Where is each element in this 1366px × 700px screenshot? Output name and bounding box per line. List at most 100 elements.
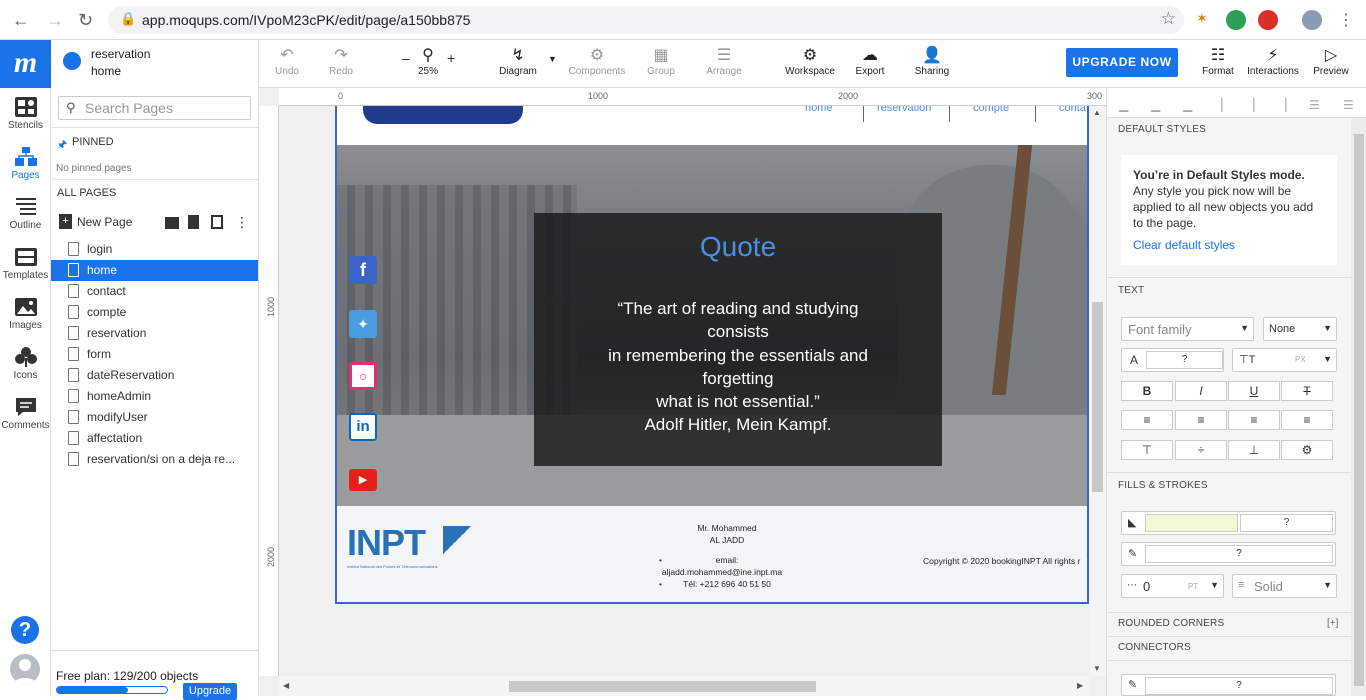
italic-button[interactable]: I: [1175, 381, 1227, 401]
workspace-button[interactable]: ⚙ Workspace: [783, 46, 837, 77]
page-item[interactable]: homeAdmin: [51, 386, 258, 407]
user-avatar[interactable]: [10, 654, 40, 684]
nav-reservation[interactable]: reservation: [877, 106, 931, 114]
align-left-icon[interactable]: ▁: [1119, 98, 1133, 112]
facebook-icon[interactable]: f: [349, 256, 377, 284]
diagram-button[interactable]: ↯ Diagram: [497, 46, 539, 77]
stroke-width-field[interactable]: ⋯ 0 PT ▼: [1121, 574, 1224, 598]
page-mockup[interactable]: by INPT home reservation compte conta Qu…: [335, 106, 1089, 604]
distribute-v-icon[interactable]: ☰: [1343, 98, 1357, 112]
bookmark-star-icon[interactable]: ☆: [1161, 9, 1176, 29]
page-item[interactable]: compte: [51, 302, 258, 323]
adblock-extension-icon[interactable]: [1258, 10, 1278, 30]
align-bottom-icon[interactable]: ▕: [1277, 98, 1291, 112]
zoom-out-button[interactable]: –: [402, 50, 410, 66]
twitter-icon[interactable]: ✦: [349, 310, 377, 338]
stroke-style-select[interactable]: ≡ Solid ▼: [1232, 574, 1337, 598]
text-style-select[interactable]: None ▼: [1263, 317, 1337, 341]
search-pages-input[interactable]: ⚲ Search Pages: [58, 96, 251, 120]
redo-button[interactable]: ↷ Redo: [327, 46, 355, 77]
address-bar[interactable]: 🔒 app.moqups.com/IVpoM23cPK/edit/page/a1…: [108, 6, 1184, 34]
text-justify-icon[interactable]: ≡: [1281, 410, 1333, 430]
rail-templates[interactable]: Templates: [0, 242, 51, 292]
valign-bottom-icon[interactable]: ⊥: [1228, 440, 1280, 460]
page-item[interactable]: reservation/si on a deja re...: [51, 449, 258, 470]
text-settings-gear-icon[interactable]: ⚙: [1281, 440, 1333, 460]
align-right-icon[interactable]: ▁: [1183, 98, 1197, 112]
font-family-select[interactable]: Font family ▼: [1121, 317, 1254, 341]
nav-home[interactable]: home: [805, 106, 833, 114]
page-item[interactable]: dateReservation: [51, 365, 258, 386]
canvas[interactable]: 0 1000 2000 300 1000 2000 by INPT home r…: [259, 88, 1106, 696]
browser-menu-icon[interactable]: ⋮: [1338, 10, 1354, 30]
page-item[interactable]: home: [51, 260, 258, 281]
zoom-in-button[interactable]: +: [447, 50, 455, 66]
strikethrough-button[interactable]: T: [1281, 381, 1333, 401]
preview-button[interactable]: ▷ Preview: [1312, 46, 1350, 77]
rail-icons[interactable]: Icons: [0, 342, 51, 392]
duplicate-icon[interactable]: [211, 215, 223, 229]
horizontal-scrollbar[interactable]: ◀ ▶: [279, 676, 1089, 696]
rail-stencils[interactable]: Stencils: [0, 92, 51, 142]
linkedin-icon[interactable]: in: [349, 413, 377, 441]
stroke-color-field[interactable]: ✎ ?: [1121, 542, 1336, 566]
nav-compte[interactable]: compte: [973, 106, 1009, 114]
page-item[interactable]: form: [51, 344, 258, 365]
group-button[interactable]: ▦ Group: [645, 46, 677, 77]
diagram-dropdown-icon[interactable]: ▼: [548, 54, 557, 64]
moqups-logo[interactable]: m: [0, 40, 51, 88]
new-page-icon[interactable]: +: [59, 214, 72, 229]
back-icon[interactable]: ←: [12, 10, 30, 31]
extension-icon[interactable]: ✶: [1196, 10, 1216, 30]
components-button[interactable]: ⚙ Components: [567, 46, 627, 77]
upgrade-now-button[interactable]: UPGRADE NOW: [1066, 48, 1178, 77]
instagram-icon[interactable]: ○: [349, 362, 377, 390]
connector-color-field[interactable]: ✎ ?: [1121, 674, 1336, 696]
interactions-button[interactable]: ⚡ Interactions: [1246, 46, 1300, 77]
more-icon[interactable]: ⋮: [235, 214, 249, 231]
panel-scroll-thumb[interactable]: [1354, 134, 1364, 686]
underline-button[interactable]: U: [1228, 381, 1280, 401]
format-button[interactable]: ☷ Format: [1198, 46, 1238, 77]
reload-icon[interactable]: ↻: [78, 10, 93, 31]
valign-middle-icon[interactable]: ÷: [1175, 440, 1227, 460]
document-title[interactable]: reservation home: [91, 46, 150, 80]
plan-upgrade-button[interactable]: Upgrade: [183, 683, 237, 700]
panel-scrollbar[interactable]: [1351, 118, 1366, 696]
rail-pages[interactable]: Pages: [0, 142, 51, 192]
new-page-button[interactable]: New Page: [77, 215, 132, 229]
page-item[interactable]: login: [51, 239, 258, 260]
fill-swatch[interactable]: [1145, 514, 1238, 532]
vertical-scroll-thumb[interactable]: [1092, 302, 1103, 492]
page-item[interactable]: contact: [51, 281, 258, 302]
rail-comments[interactable]: Comments: [0, 392, 51, 442]
valign-top-icon[interactable]: ⊤: [1121, 440, 1173, 460]
bold-button[interactable]: B: [1121, 381, 1173, 401]
font-size-field[interactable]: ⊤T PX ▼: [1232, 348, 1337, 372]
rail-images[interactable]: Images: [0, 292, 51, 342]
forward-icon[interactable]: →: [46, 10, 64, 31]
profile-avatar-icon[interactable]: [1302, 10, 1322, 30]
new-folder-icon[interactable]: [165, 217, 179, 229]
align-top-icon[interactable]: ▕: [1213, 98, 1227, 112]
clear-default-styles-link[interactable]: Clear default styles: [1133, 237, 1325, 253]
page-item[interactable]: affectation: [51, 428, 258, 449]
align-center-icon[interactable]: ▁: [1151, 98, 1165, 112]
text-align-center-icon[interactable]: ≡: [1175, 410, 1227, 430]
text-color-field[interactable]: A ?: [1121, 348, 1224, 372]
delete-icon[interactable]: [188, 215, 199, 229]
youtube-icon[interactable]: ▶: [349, 469, 377, 491]
rail-outline[interactable]: Outline: [0, 192, 51, 242]
page-item[interactable]: reservation: [51, 323, 258, 344]
zoom-control[interactable]: ⚲ 25%: [416, 46, 440, 77]
sharing-button[interactable]: 👤 Sharing: [913, 46, 951, 77]
undo-button[interactable]: ↶ Undo: [273, 46, 301, 77]
arrange-button[interactable]: ☰ Arrange: [705, 46, 743, 77]
distribute-h-icon[interactable]: ☰: [1309, 98, 1323, 112]
fill-color-field[interactable]: ◣ ?: [1121, 511, 1336, 535]
help-icon[interactable]: ?: [11, 616, 39, 644]
vertical-scrollbar[interactable]: ▲ ▼: [1089, 106, 1106, 676]
nav-contact[interactable]: conta: [1059, 106, 1086, 114]
globe-extension-icon[interactable]: [1226, 10, 1246, 30]
page-item[interactable]: modifyUser: [51, 407, 258, 428]
